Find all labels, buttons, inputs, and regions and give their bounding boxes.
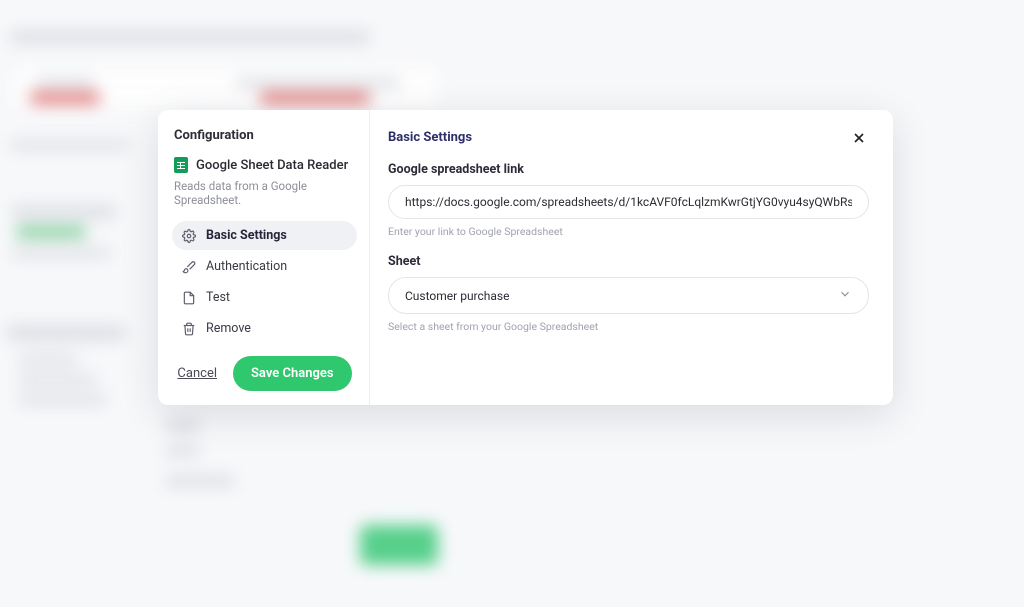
cancel-button[interactable]: Cancel [177, 366, 217, 381]
chevron-down-icon [838, 287, 852, 304]
settings-icon [182, 229, 196, 243]
component-name: Google Sheet Data Reader [196, 158, 348, 173]
nav-item-label: Authentication [206, 259, 287, 274]
close-icon [851, 130, 869, 146]
sheet-selected-value: Customer purchase [405, 289, 509, 303]
brush-icon [182, 260, 196, 274]
modal-footer: Cancel Save Changes [172, 352, 357, 391]
component-description: Reads data from a Google Spreadsheet. [172, 179, 357, 207]
nav-basic-settings[interactable]: Basic Settings [172, 221, 357, 250]
component-header: Google Sheet Data Reader [172, 157, 357, 173]
close-button[interactable] [851, 130, 869, 148]
nav-remove[interactable]: Remove [172, 314, 357, 343]
nav-authentication[interactable]: Authentication [172, 252, 357, 281]
file-icon [182, 291, 196, 305]
panel-header: Basic Settings [388, 130, 869, 148]
nav-test[interactable]: Test [172, 283, 357, 312]
modal-content: Basic Settings Google spreadsheet link E… [370, 110, 893, 405]
sheet-select[interactable]: Customer purchase [388, 277, 869, 314]
configuration-modal: Configuration Google Sheet Data Reader R… [158, 110, 893, 405]
spreadsheet-link-hint: Enter your link to Google Spreadsheet [388, 225, 869, 238]
panel-title: Basic Settings [388, 130, 472, 145]
google-sheets-icon [174, 157, 188, 173]
modal-sidebar: Configuration Google Sheet Data Reader R… [158, 110, 370, 405]
spreadsheet-link-input[interactable] [388, 185, 869, 219]
sheet-hint: Select a sheet from your Google Spreadsh… [388, 320, 869, 333]
save-changes-button[interactable]: Save Changes [233, 356, 352, 391]
sheet-label: Sheet [388, 254, 869, 269]
configuration-title: Configuration [172, 128, 357, 143]
sidebar-nav: Basic Settings Authentication Test Remov… [172, 221, 357, 343]
spreadsheet-link-label: Google spreadsheet link [388, 162, 869, 177]
trash-icon [182, 322, 196, 336]
nav-item-label: Remove [206, 321, 251, 336]
nav-item-label: Test [206, 290, 230, 305]
nav-item-label: Basic Settings [206, 228, 287, 243]
